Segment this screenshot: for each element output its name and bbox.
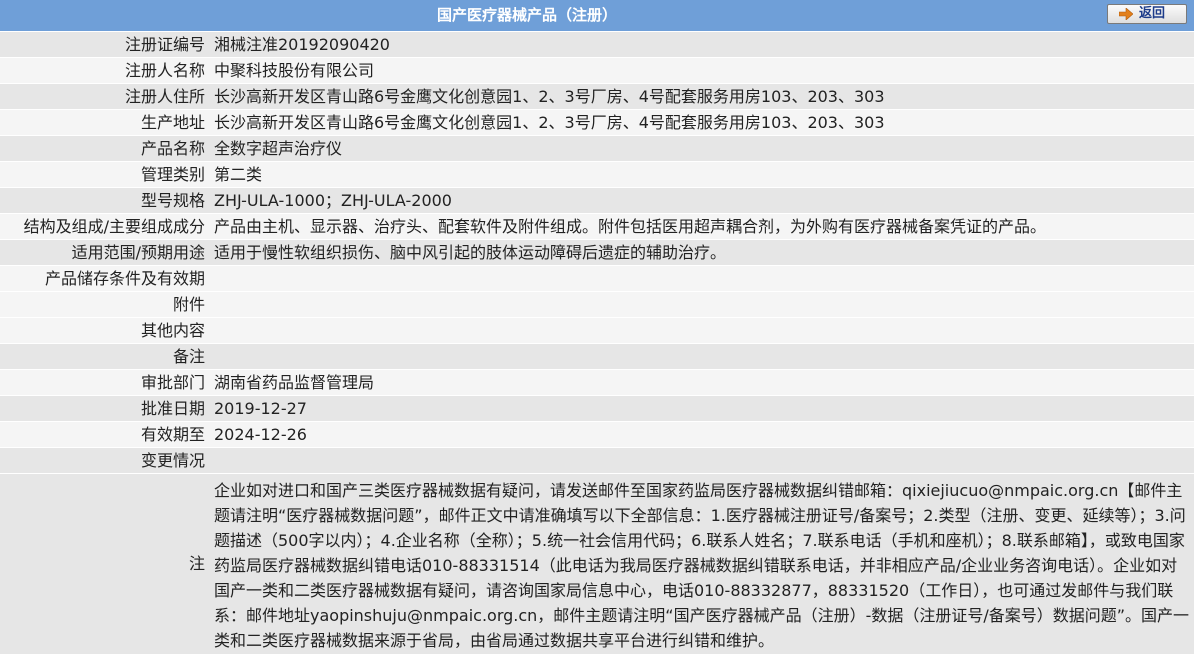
field-value: 全数字超声治疗仪 [214, 139, 343, 158]
field-label: 变更情况 [140, 451, 205, 470]
field-row-valid-until: 有效期至 2024-12-26 [0, 422, 1194, 448]
field-label: 注册证编号 [124, 35, 205, 54]
field-row-attachments: 附件 [0, 292, 1194, 318]
field-value: 中聚科技股份有限公司 [214, 61, 375, 80]
field-value [209, 344, 1194, 369]
field-row-product-name: 产品名称 全数字超声治疗仪 [0, 136, 1194, 162]
note-label: 注 [188, 554, 205, 573]
detail-page: 国产医疗器械产品（注册） 返回 注册证编号 湘械注准20192090420 注册… [0, 0, 1194, 662]
field-row-remarks: 备注 [0, 344, 1194, 370]
field-row-storage: 产品储存条件及有效期 [0, 266, 1194, 292]
field-row-production-address: 生产地址 长沙高新开发区青山路6号金鹰文化创意园1、2、3号厂房、4号配套服务用… [0, 110, 1194, 136]
field-table: 注册证编号 湘械注准20192090420 注册人名称 中聚科技股份有限公司 注… [0, 32, 1194, 654]
field-row-model-spec: 型号规格 ZHJ-ULA-1000；ZHJ-ULA-2000 [0, 188, 1194, 214]
field-row-management-category: 管理类别 第二类 [0, 162, 1194, 188]
field-row-intended-use: 适用范围/预期用途 适用于慢性软组织损伤、脑中风引起的肢体运动障碍后遗症的辅助治… [0, 240, 1194, 266]
field-value: 湘械注准20192090420 [214, 35, 390, 54]
field-value: 第二类 [214, 165, 263, 184]
field-label: 其他内容 [140, 321, 205, 340]
field-label: 管理类别 [140, 165, 205, 184]
field-row-registrant-name: 注册人名称 中聚科技股份有限公司 [0, 58, 1194, 84]
field-value: 长沙高新开发区青山路6号金鹰文化创意园1、2、3号厂房、4号配套服务用房103、… [214, 87, 885, 106]
header-bar: 国产医疗器械产品（注册） 返回 [0, 0, 1194, 32]
arrow-right-icon [1119, 8, 1133, 20]
field-value: 适用于慢性软组织损伤、脑中风引起的肢体运动障碍后遗症的辅助治疗。 [214, 243, 727, 262]
field-label: 注册人名称 [124, 61, 205, 80]
back-button[interactable]: 返回 [1107, 4, 1187, 24]
field-value [209, 266, 1194, 291]
field-row-structure: 结构及组成/主要组成成分 产品由主机、显示器、治疗头、配套软件及附件组成。附件包… [0, 214, 1194, 240]
field-label: 备注 [172, 347, 205, 366]
field-label: 审批部门 [140, 373, 205, 392]
field-label: 生产地址 [140, 113, 205, 132]
field-value: 2019-12-27 [214, 399, 307, 418]
field-value: 2024-12-26 [214, 425, 307, 444]
field-value [209, 318, 1194, 343]
field-value [209, 448, 1194, 473]
note-text: 企业如对进口和国产三类医疗器械数据有疑问，请发送邮件至国家药监局医疗器械数据纠错… [214, 481, 1190, 650]
field-label: 注册人住所 [124, 87, 205, 106]
field-value: 湖南省药品监督管理局 [214, 373, 375, 392]
field-label: 有效期至 [140, 425, 205, 444]
field-row-registrant-address: 注册人住所 长沙高新开发区青山路6号金鹰文化创意园1、2、3号厂房、4号配套服务… [0, 84, 1194, 110]
field-row-approval-dept: 审批部门 湖南省药品监督管理局 [0, 370, 1194, 396]
field-label: 产品名称 [140, 139, 205, 158]
page-title: 国产医疗器械产品（注册） [436, 6, 617, 24]
field-label: 产品储存条件及有效期 [44, 269, 205, 288]
field-row-other: 其他内容 [0, 318, 1194, 344]
field-row-registration-number: 注册证编号 湘械注准20192090420 [0, 32, 1194, 58]
field-value: 产品由主机、显示器、治疗头、配套软件及附件组成。附件包括医用超声耦合剂，为外购有… [214, 217, 1047, 236]
field-label: 附件 [172, 295, 205, 314]
note-row: 注 企业如对进口和国产三类医疗器械数据有疑问，请发送邮件至国家药监局医疗器械数据… [0, 474, 1194, 654]
field-value: 长沙高新开发区青山路6号金鹰文化创意园1、2、3号厂房、4号配套服务用房103、… [214, 113, 885, 132]
field-row-changes: 变更情况 [0, 448, 1194, 474]
field-label: 结构及组成/主要组成成分 [23, 217, 205, 236]
back-button-label: 返回 [1139, 6, 1166, 21]
field-label: 适用范围/预期用途 [71, 243, 205, 262]
field-value: ZHJ-ULA-1000；ZHJ-ULA-2000 [214, 191, 452, 210]
field-label: 批准日期 [140, 399, 205, 418]
field-row-approval-date: 批准日期 2019-12-27 [0, 396, 1194, 422]
field-value [209, 292, 1194, 317]
field-label: 型号规格 [140, 191, 205, 210]
